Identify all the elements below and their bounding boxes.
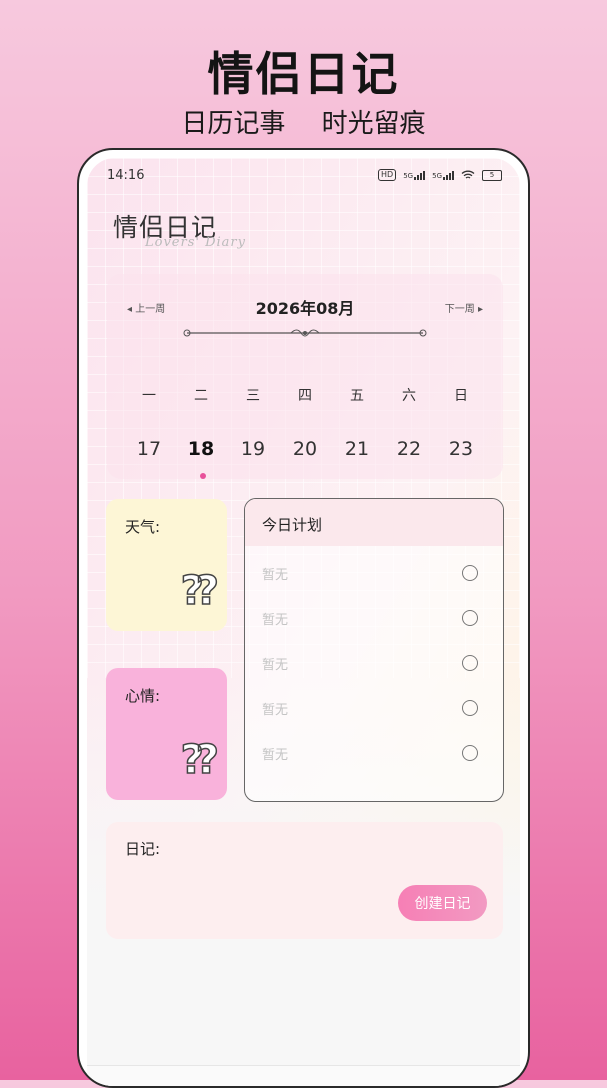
weekday-label: 三 [246,388,260,404]
status-bar: 14:16 HD 5G 5G 5 [107,168,502,186]
diary-label: 日记: [125,840,161,858]
diary-card: 日记: 创建日记 [106,822,503,939]
selected-date-indicator [200,473,206,479]
wifi-icon [461,170,475,179]
battery-icon: 5 [482,169,502,181]
hd-icon: HD [378,169,397,181]
plan-item[interactable]: 暂无 [262,563,478,585]
weekday-label: 二 [194,388,208,404]
signal-icon-1: 5G [403,170,426,180]
weather-label: 天气: [125,518,161,536]
date-cell[interactable]: 17 [131,438,167,460]
plan-checkbox[interactable] [462,655,478,671]
status-icons: HD 5G 5G 5 [378,169,502,181]
question-mark-icon: ?? [180,737,220,783]
plan-item-text: 暂无 [262,613,289,628]
promo-subtitle: 日历记事 时光留痕 [181,109,426,139]
plan-item[interactable]: 暂无 [262,698,478,720]
next-week-button[interactable]: 下一周 ▸ [445,300,483,315]
plan-title: 今日计划 [245,499,503,546]
question-mark-icon: ?? [180,568,220,614]
weekday-label: 五 [350,388,364,404]
today-plan-card: 今日计划 暂无 暂无 暂无 暂无 暂无 [244,498,504,802]
date-cell[interactable]: 22 [391,438,427,460]
calendar-card: ◂ 上一周 2026年08月 下一周 ▸ 一 二 三 四 五 六 日 17 18… [107,274,503,479]
signal-icon-2: 5G [432,170,454,180]
mood-card[interactable]: 心情: ?? [106,668,227,800]
plan-item[interactable]: 暂无 [262,743,478,765]
weekday-label: 四 [298,388,312,404]
date-cell-selected[interactable]: 18 [183,438,219,460]
date-cell[interactable]: 19 [235,438,271,460]
promo-title: 情侣日记 [207,47,400,101]
weekday-row: 一 二 三 四 五 六 日 [131,385,479,405]
weekday-label: 一 [142,388,156,404]
app-screen: 14:16 HD 5G 5G 5 情侣日记 Lovers' Diary ◂ 上一… [87,158,520,1086]
plan-item-text: 暂无 [262,748,289,763]
date-cell[interactable]: 21 [339,438,375,460]
app-subtitle: Lovers' Diary [145,235,246,250]
bottom-nav-bar[interactable] [87,1065,520,1086]
plan-item-text: 暂无 [262,568,289,583]
create-diary-button[interactable]: 创建日记 [398,885,487,921]
plan-item[interactable]: 暂无 [262,608,478,630]
date-cell[interactable]: 20 [287,438,323,460]
phone-frame: 14:16 HD 5G 5G 5 情侣日记 Lovers' Diary ◂ 上一… [77,148,530,1088]
plan-checkbox[interactable] [462,700,478,716]
ornament-divider [183,329,427,337]
weather-card[interactable]: 天气: ?? [106,499,227,631]
month-label: 2026年08月 [255,299,355,318]
plan-checkbox[interactable] [462,610,478,626]
date-cell[interactable]: 23 [443,438,479,460]
plan-checkbox[interactable] [462,745,478,761]
plan-item[interactable]: 暂无 [262,653,478,675]
plan-item-text: 暂无 [262,703,289,718]
mood-label: 心情: [125,687,161,705]
weekday-label: 六 [402,388,416,404]
plan-item-text: 暂无 [262,658,289,673]
weekday-label: 日 [454,388,468,404]
status-time: 14:16 [107,168,145,183]
plan-checkbox[interactable] [462,565,478,581]
date-row: 17 18 19 20 21 22 23 [131,438,479,460]
